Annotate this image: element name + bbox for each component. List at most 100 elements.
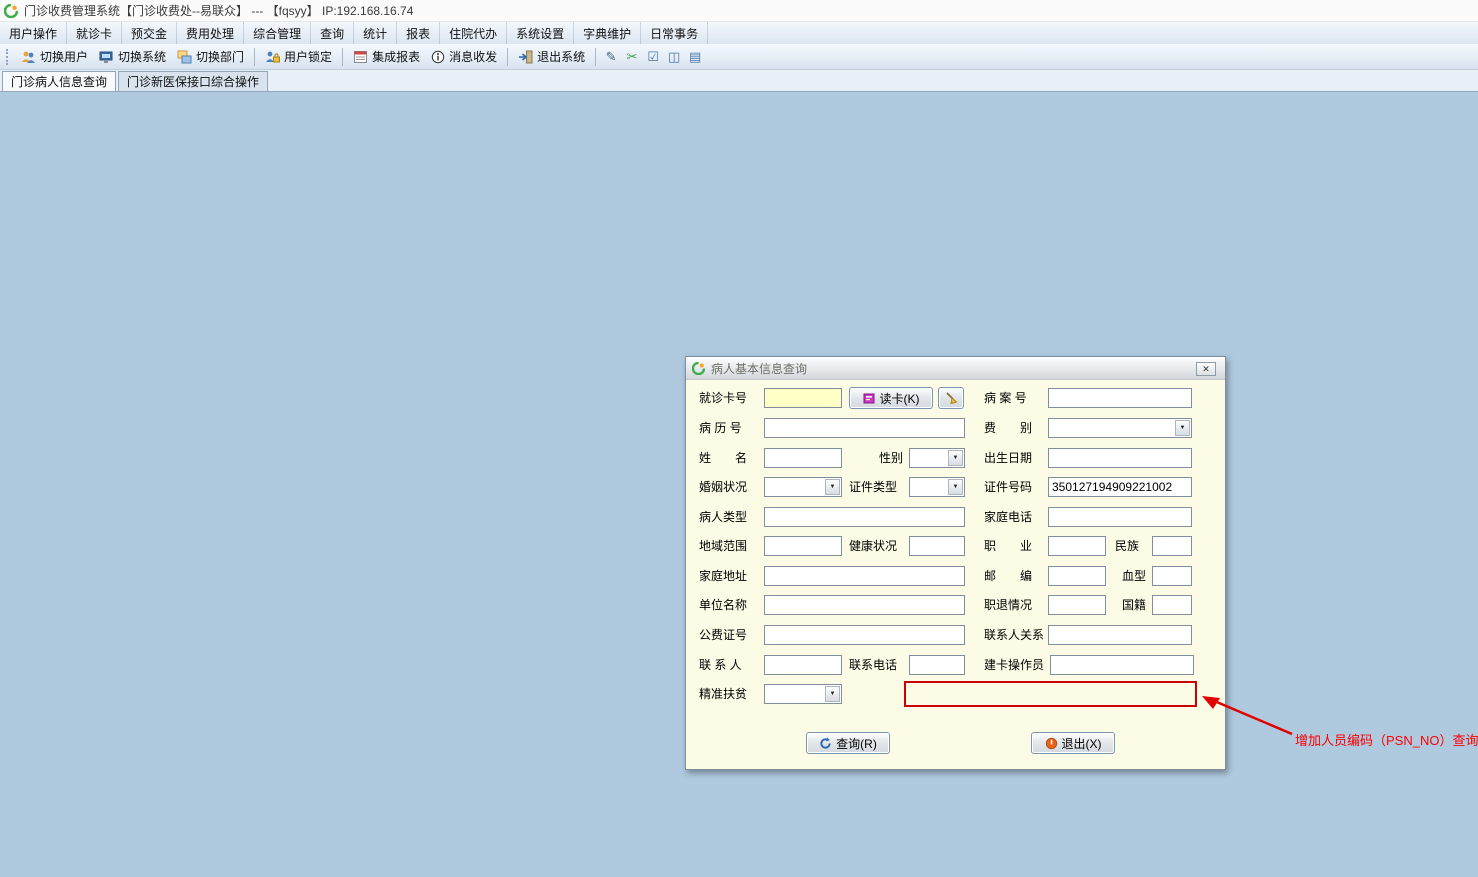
postcode-input[interactable] [1048,566,1106,586]
window-titlebar: 门诊收费管理系统【门诊收费处--易联众】 --- 【fqsyy】 IP:192.… [0,0,1478,22]
marital-label: 婚姻状况 [699,480,748,494]
app-logo-icon [4,3,18,18]
marital-dropdown[interactable]: ▼ [764,477,842,497]
gender-label: 性别 [879,451,904,465]
query-refresh-icon [819,737,832,750]
menu-item-stats[interactable]: 统计 [354,22,398,44]
exit-button[interactable]: 退出(X) [1031,732,1115,754]
id-type-label: 证件类型 [849,480,898,494]
record-no-input[interactable] [764,418,965,438]
card-no-input[interactable] [764,388,842,408]
toolbar-separator [254,47,256,66]
switch-user-label: 切换用户 [40,50,89,64]
dialog-body: 就诊卡号 读卡(K) 病 案 号 病 历 号 费 别 ▼ 姓 名 性别 ▼ 出生… [686,380,1225,770]
menu-item-settings[interactable]: 系统设置 [507,22,575,44]
exit-system-button[interactable]: 退出系统 [513,46,590,67]
card-operator-input[interactable] [1050,655,1194,675]
desktop-area: 病人基本信息查询 ✕ 就诊卡号 读卡(K) 病 案 号 病 历 号 费 别 ▼ … [0,92,1478,877]
blood-type-input[interactable] [1152,566,1192,586]
switch-user-icon [21,50,36,64]
employer-input[interactable] [764,595,965,615]
calendar-icon[interactable]: ▤ [685,47,705,67]
health-label: 健康状况 [849,539,898,553]
integrated-reports-label: 集成报表 [372,50,421,64]
switch-system-icon [99,50,114,64]
contact-person-input[interactable] [764,655,842,675]
toolbar-separator [595,47,597,66]
region-input[interactable] [764,536,842,556]
home-phone-input[interactable] [1048,507,1192,527]
user-lock-button[interactable]: 用户锁定 [260,46,337,67]
contact-person-label: 联 系 人 [699,658,742,672]
edit-icon[interactable]: ✎ [601,47,621,67]
menu-bar: 用户操作 就诊卡 预交金 费用处理 综合管理 查询 统计 报表 住院代办 系统设… [0,22,1478,44]
integrated-reports-button[interactable]: 集成报表 [348,46,425,67]
menu-item-deposit[interactable]: 预交金 [122,22,178,44]
tab-patient-info-query[interactable]: 门诊病人信息查询 [2,71,117,91]
exit-power-icon [1045,737,1058,750]
scissors-icon[interactable]: ✂ [622,47,642,67]
poverty-aid-dropdown[interactable]: ▼ [764,684,842,704]
dialog-titlebar[interactable]: 病人基本信息查询 [686,357,1225,380]
window-title: 门诊收费管理系统【门诊收费处--易联众】 --- 【fqsyy】 IP:192.… [24,4,414,18]
split-window-icon[interactable]: ◫ [664,47,684,67]
menu-item-daily[interactable]: 日常事务 [641,22,709,44]
tab-insurance-interface[interactable]: 门诊新医保接口综合操作 [118,71,269,91]
annotation-arrow [1202,696,1293,736]
id-no-input[interactable] [1048,477,1192,497]
checkbox-icon[interactable]: ☑ [643,47,663,67]
patient-type-input[interactable] [764,507,965,527]
switch-department-icon [177,50,192,64]
ethnicity-label: 民族 [1115,539,1140,553]
menu-item-query[interactable]: 查询 [311,22,355,44]
card-operator-label: 建卡操作员 [984,658,1045,672]
user-lock-label: 用户锁定 [284,50,333,64]
case-no-label: 病 案 号 [984,391,1027,405]
id-no-label: 证件号码 [984,480,1033,494]
query-button[interactable]: 查询(R) [806,732,890,754]
user-lock-icon [265,50,281,64]
read-card-label: 读卡(K) [879,391,920,406]
name-input[interactable] [764,448,842,468]
health-input[interactable] [909,536,965,556]
menu-item-dictionary[interactable]: 字典维护 [574,22,642,44]
broom-icon [946,392,958,405]
contact-relation-input[interactable] [1048,625,1192,645]
region-label: 地域范围 [699,539,748,553]
menu-item-reports[interactable]: 报表 [397,22,441,44]
retire-status-input[interactable] [1048,595,1106,615]
occupation-input[interactable] [1048,536,1106,556]
postcode-label: 邮 编 [984,569,1033,583]
home-address-input[interactable] [764,566,965,586]
read-card-button[interactable]: 读卡(K) [849,387,933,409]
contact-phone-input[interactable] [909,655,965,675]
ethnicity-input[interactable] [1152,536,1192,556]
birth-date-input[interactable] [1048,448,1192,468]
menu-item-inpatient[interactable]: 住院代办 [440,22,508,44]
switch-department-button[interactable]: 切换部门 [172,46,249,67]
id-type-dropdown[interactable]: ▼ [909,477,965,497]
clear-broom-button[interactable] [938,387,964,409]
switch-system-button[interactable]: 切换系统 [94,46,171,67]
switch-user-button[interactable]: 切换用户 [16,46,93,67]
fee-type-dropdown[interactable]: ▼ [1048,418,1192,438]
case-no-input[interactable] [1048,388,1192,408]
nationality-input[interactable] [1152,595,1192,615]
toolbar-grip[interactable] [6,48,10,65]
psn-no-input[interactable] [904,681,1197,707]
menu-item-admin[interactable]: 综合管理 [244,22,312,44]
menu-item-visit-card[interactable]: 就诊卡 [67,22,123,44]
menu-item-fees[interactable]: 费用处理 [177,22,245,44]
query-button-label: 查询(R) [836,736,877,751]
patient-type-label: 病人类型 [699,510,748,524]
menu-item-user-ops[interactable]: 用户操作 [0,22,68,44]
switch-department-label: 切换部门 [196,50,245,64]
messages-label: 消息收发 [449,50,498,64]
dialog-close-icon[interactable]: ✕ [1196,362,1216,376]
messages-button[interactable]: 消息收发 [426,46,502,67]
gender-dropdown[interactable]: ▼ [909,448,965,468]
fee-type-label: 费 别 [984,421,1033,435]
public-fee-no-input[interactable] [764,625,965,645]
card-no-label: 就诊卡号 [699,391,748,405]
patient-query-dialog: 病人基本信息查询 ✕ 就诊卡号 读卡(K) 病 案 号 病 历 号 费 别 ▼ … [685,356,1226,770]
